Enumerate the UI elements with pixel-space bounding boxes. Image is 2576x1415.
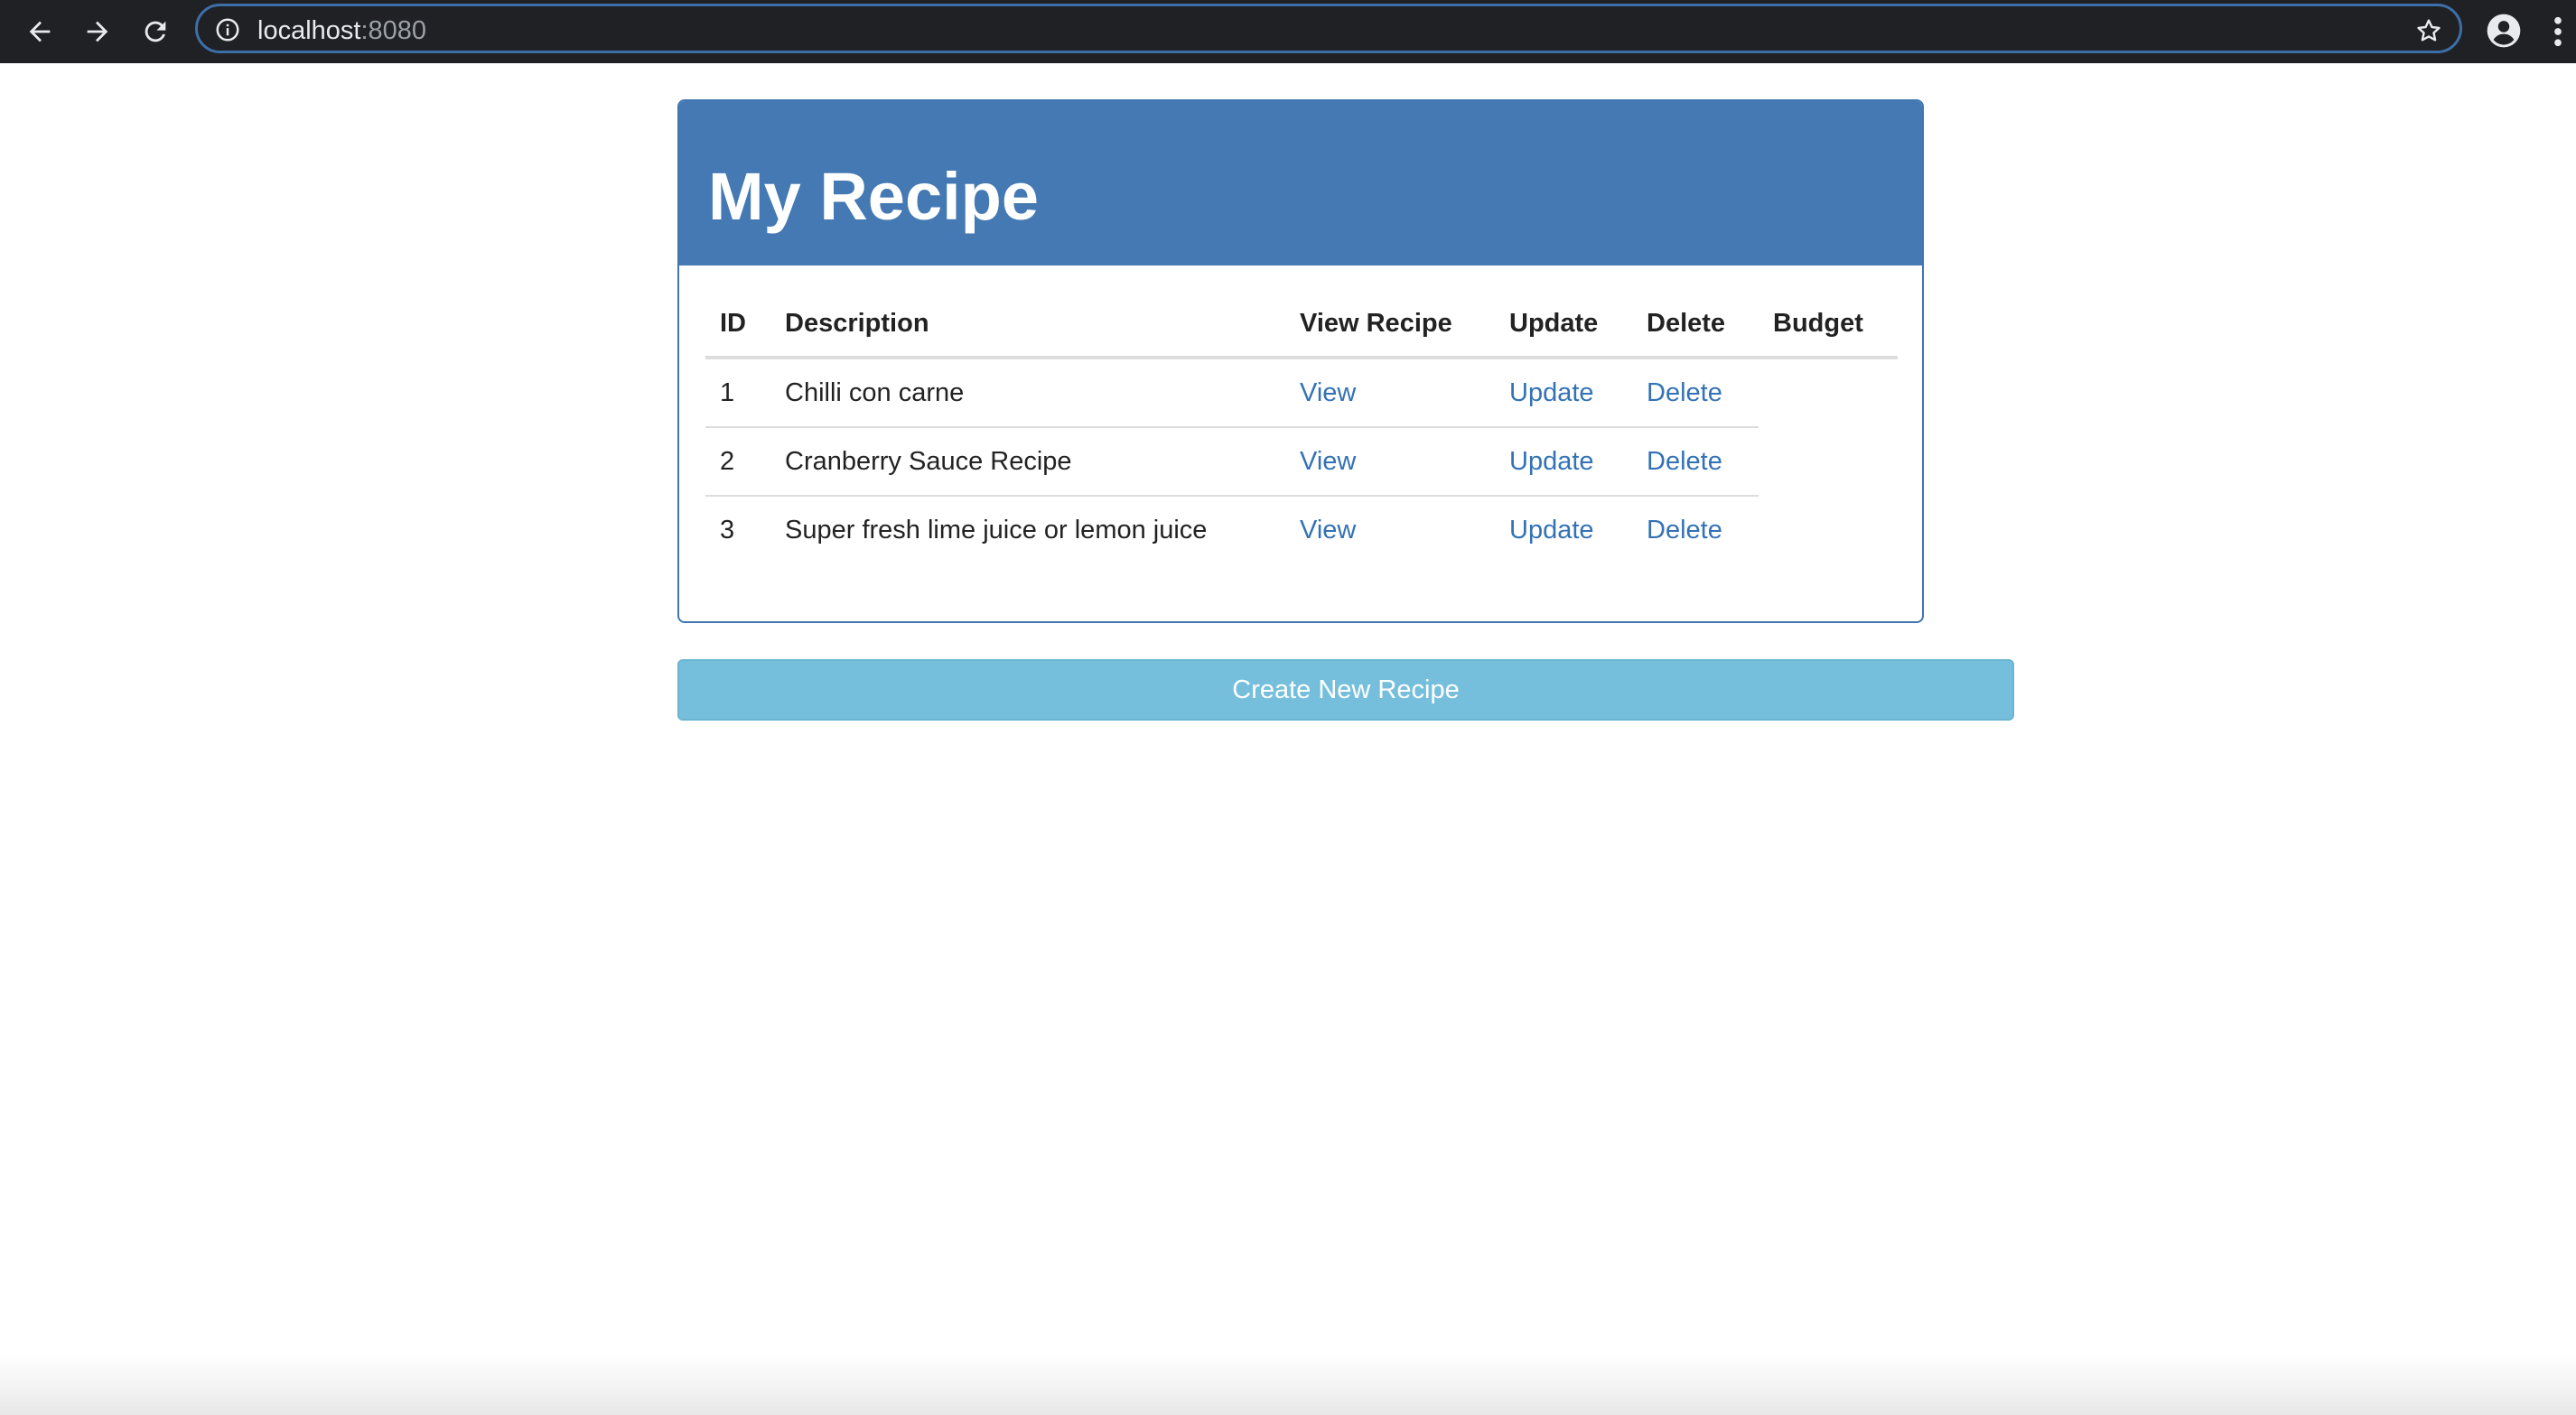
col-header-budget: Budget <box>1759 291 1898 359</box>
cell-update: Update <box>1495 426 1632 496</box>
menu-dots-icon[interactable] <box>2549 13 2567 51</box>
col-header-update: Update <box>1495 291 1632 359</box>
cell-delete: Delete <box>1632 495 1759 563</box>
bookmark-star-icon[interactable] <box>2414 16 2443 45</box>
recipe-table: ID Description View Recipe Update Delete… <box>705 291 1898 563</box>
bottom-shadow <box>0 1354 2576 1415</box>
cell-id: 3 <box>705 495 770 563</box>
cell-view: View <box>1285 495 1495 563</box>
cell-view: View <box>1285 426 1495 496</box>
delete-link[interactable]: Delete <box>1647 516 1722 545</box>
cell-update: Update <box>1495 358 1632 427</box>
table-row: 3 Super fresh lime juice or lemon juice … <box>705 495 1898 563</box>
cell-view: View <box>1285 358 1495 427</box>
view-link[interactable]: View <box>1300 516 1356 545</box>
forward-arrow-icon[interactable] <box>76 10 119 53</box>
cell-description: Cranberry Sauce Recipe <box>770 426 1285 496</box>
cell-id: 2 <box>705 426 770 496</box>
panel-heading: My Recipe <box>679 101 1922 265</box>
update-link[interactable]: Update <box>1509 378 1594 407</box>
cell-delete: Delete <box>1632 426 1759 496</box>
cell-description: Super fresh lime juice or lemon juice <box>770 495 1285 563</box>
col-header-id: ID <box>705 291 770 359</box>
update-link[interactable]: Update <box>1509 516 1594 545</box>
col-header-view-recipe: View Recipe <box>1285 291 1495 359</box>
reload-icon[interactable] <box>134 10 177 53</box>
table-row: 2 Cranberry Sauce Recipe View Update Del… <box>705 426 1898 496</box>
cell-description: Chilli con carne <box>785 377 965 407</box>
url-text[interactable]: localhost:8080 <box>257 18 426 44</box>
site-info-icon[interactable] <box>214 16 241 43</box>
cell-budget <box>1759 358 1898 427</box>
cell-budget <box>1759 496 1898 563</box>
col-header-delete: Delete <box>1632 291 1759 359</box>
delete-link[interactable]: Delete <box>1647 447 1722 476</box>
cell-delete: Delete <box>1632 358 1759 427</box>
browser-toolbar: localhost:8080 <box>0 0 2576 63</box>
table-header-row: ID Description View Recipe Update Delete… <box>705 291 1898 359</box>
view-link[interactable]: View <box>1300 378 1356 407</box>
back-arrow-icon[interactable] <box>18 10 61 53</box>
url-port: :8080 <box>360 16 427 45</box>
view-link[interactable]: View <box>1300 447 1356 476</box>
profile-icon[interactable] <box>2484 11 2524 51</box>
update-link[interactable]: Update <box>1509 447 1594 476</box>
cell-budget <box>1759 427 1898 496</box>
page-title: My Recipe <box>708 159 1040 234</box>
table-row: 1 Chilli con carne View Update Delete <box>705 358 1898 427</box>
cell-id: 1 <box>720 377 735 407</box>
create-recipe-button[interactable]: Create New Recipe <box>677 659 2014 721</box>
address-bar[interactable]: localhost:8080 <box>195 4 2462 53</box>
delete-link[interactable]: Delete <box>1647 378 1722 407</box>
col-header-description: Description <box>770 291 1285 359</box>
url-host: localhost <box>257 16 361 45</box>
cell-update: Update <box>1495 495 1632 563</box>
